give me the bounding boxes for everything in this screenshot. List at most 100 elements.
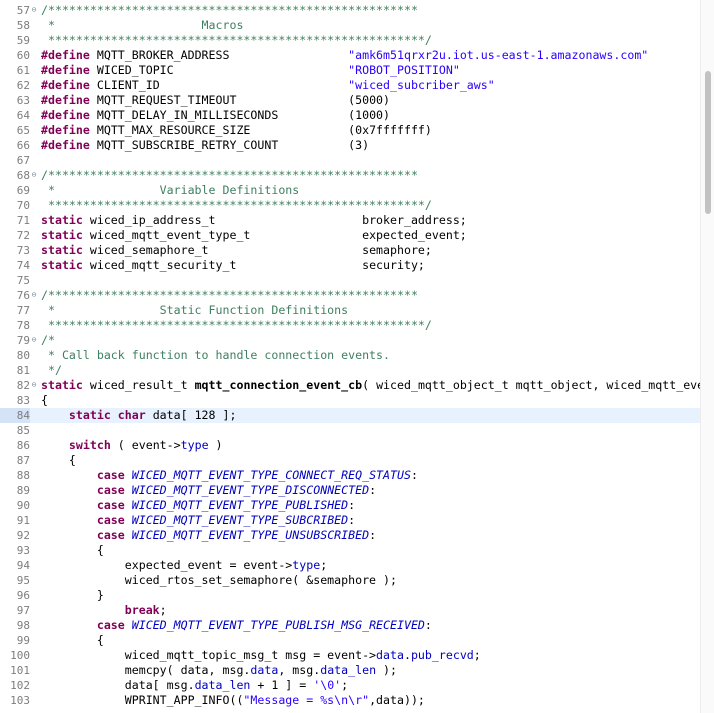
code-text: static wiced_mqtt_security_t security;	[41, 258, 425, 273]
code-token: /***************************************…	[41, 168, 418, 182]
code-token: WICED_MQTT_EVENT_TYPE_DISCONNECTED	[131, 483, 370, 497]
code-line[interactable]: 59 *************************************…	[0, 33, 700, 48]
code-line[interactable]: 100 wiced_mqtt_topic_msg_t msg = event->…	[0, 648, 700, 663]
line-number: 70	[16, 199, 30, 212]
fold-toggle-icon[interactable]: ⊖	[30, 171, 38, 179]
line-number: 74	[16, 259, 30, 272]
code-token: expected_event = event->	[41, 558, 293, 572]
code-line[interactable]: 87 {	[0, 453, 700, 468]
code-line[interactable]: 65 #define MQTT_MAX_RESOURCE_SIZE (0x7fff…	[0, 123, 700, 138]
code-line[interactable]: 63 #define MQTT_REQUEST_TIMEOUT (5000)	[0, 93, 700, 108]
code-line[interactable]: 97 break;	[0, 603, 700, 618]
code-token: {	[41, 453, 76, 467]
line-number: 84	[0, 408, 30, 423]
code-text: /***************************************…	[41, 3, 418, 18]
code-token: WICED_TOPIC	[89, 63, 349, 77]
code-line[interactable]: 62 #define CLIENT_ID "wiced_subcriber_aws…	[0, 78, 700, 93]
code-line[interactable]: 91 case WICED_MQTT_EVENT_TYPE_SUBCRIBED:	[0, 513, 700, 528]
code-line[interactable]: 99 {	[0, 633, 700, 648]
code-token: case	[96, 513, 125, 527]
code-line[interactable]: 83 {	[0, 393, 700, 408]
code-token: MQTT_BROKER_ADDRESS	[89, 48, 349, 62]
code-line[interactable]: 89 case WICED_MQTT_EVENT_TYPE_DISCONNECT…	[0, 483, 700, 498]
code-text: memcpy( data, msg.data, msg.data_len );	[41, 663, 397, 678]
fold-toggle-icon[interactable]: ⊖	[30, 6, 38, 14]
scrollbar-thumb[interactable]	[705, 71, 711, 214]
code-line[interactable]: 66 #define MQTT_SUBSCRIBE_RETRY_COUNT (3)	[0, 138, 700, 153]
code-token: MQTT_REQUEST_TIMEOUT (5000)	[89, 93, 391, 107]
code-line[interactable]: 61 #define WICED_TOPIC "ROBOT_POSITION"	[0, 63, 700, 78]
code-line[interactable]: 71 static wiced_ip_address_t broker_addre…	[0, 213, 700, 228]
code-line[interactable]: 80 * Call back function to handle connec…	[0, 348, 700, 363]
code-line[interactable]: 90 case WICED_MQTT_EVENT_TYPE_PUBLISHED:	[0, 498, 700, 513]
code-text: wiced_mqtt_topic_msg_t msg = event->data…	[41, 648, 481, 663]
line-number: 75	[16, 274, 30, 287]
code-line[interactable]: 74 static wiced_mqtt_security_t security;	[0, 258, 700, 273]
code-line[interactable]: 68 ⊖/************************************…	[0, 168, 700, 183]
line-number: 79	[16, 334, 30, 347]
line-number: 65	[16, 124, 30, 137]
code-line[interactable]: 81 */	[0, 363, 700, 378]
line-number: 82	[16, 379, 30, 392]
code-token: wiced_mqtt_topic_msg_t msg = event->	[41, 648, 377, 662]
code-line[interactable]: 101 memcpy( data, msg.data, msg.data_len…	[0, 663, 700, 678]
code-line[interactable]: 67	[0, 153, 700, 168]
line-number: 102	[10, 679, 30, 692]
fold-toggle-icon[interactable]: ⊖	[30, 381, 38, 389]
code-token: pub_recvd	[410, 648, 474, 662]
code-line[interactable]: 78 *************************************…	[0, 318, 700, 333]
code-line[interactable]: 69 * Variable Definitions	[0, 183, 700, 198]
vertical-scrollbar[interactable]	[700, 0, 714, 713]
code-line[interactable]: 82 ⊖ static wiced_result_t mqtt_connection…	[0, 378, 704, 393]
line-number: 99	[16, 634, 30, 647]
code-editor[interactable]: 57 ⊖/************************************…	[0, 0, 704, 713]
fold-toggle-icon[interactable]: ⊖	[30, 336, 38, 344]
code-line[interactable]: 103 WPRINT_APP_INFO(("Message = %s\n\r",…	[0, 693, 700, 708]
fold-toggle-icon[interactable]: ⊖	[30, 291, 38, 299]
code-line[interactable]: 92 case WICED_MQTT_EVENT_TYPE_UNSUBSCRIB…	[0, 528, 700, 543]
code-text: static wiced_result_t mqtt_connection_ev…	[41, 378, 704, 393]
code-line[interactable]: 77 * Static Function Definitions	[0, 303, 700, 318]
code-line[interactable]: 60 #define MQTT_BROKER_ADDRESS "amk6m51qr…	[0, 48, 700, 63]
code-line[interactable]: 85	[0, 423, 700, 438]
code-line[interactable]: 76 ⊖/************************************…	[0, 288, 700, 303]
line-number: 93	[16, 544, 30, 557]
line-number: 80	[16, 349, 30, 362]
code-text: case WICED_MQTT_EVENT_TYPE_DISCONNECTED:	[41, 483, 376, 498]
code-line[interactable]: 95 wiced_rtos_set_semaphore( &semaphore …	[0, 573, 700, 588]
code-line[interactable]: 96 }	[0, 588, 700, 603]
line-number: 94	[16, 559, 30, 572]
code-line[interactable]: 57 ⊖/************************************…	[0, 3, 700, 18]
code-token: "ROBOT_POSITION"	[348, 63, 460, 77]
code-token: #define	[41, 78, 90, 92]
code-line[interactable]: 98 case WICED_MQTT_EVENT_TYPE_PUBLISH_MS…	[0, 618, 700, 633]
code-line[interactable]: 72 static wiced_mqtt_event_type_t expecte…	[0, 228, 700, 243]
code-line[interactable]: 73 static wiced_semaphore_t semaphore;	[0, 243, 700, 258]
code-token: :	[424, 618, 432, 632]
code-line[interactable]: 64 #define MQTT_DELAY_IN_MILLISECONDS (10…	[0, 108, 700, 123]
code-text: * Call back function to handle connectio…	[41, 348, 390, 363]
line-number: 72	[16, 229, 30, 242]
code-line[interactable]: 75	[0, 273, 700, 288]
code-line[interactable]: 102 data[ msg.data_len + 1 ] = '\0';	[0, 678, 700, 693]
code-line[interactable]: 86 switch ( event->type )	[0, 438, 700, 453]
code-token: MQTT_MAX_RESOURCE_SIZE (0x7fffffff)	[89, 123, 432, 137]
code-token: ;	[159, 603, 167, 617]
line-number: 97	[16, 604, 30, 617]
code-token: type	[180, 438, 209, 452]
code-line[interactable]: 88 case WICED_MQTT_EVENT_TYPE_CONNECT_RE…	[0, 468, 700, 483]
code-line[interactable]: 58 * Macros	[0, 18, 700, 33]
code-text: #define WICED_TOPIC "ROBOT_POSITION"	[41, 63, 460, 78]
line-number: 68	[16, 169, 30, 182]
code-token: memcpy( data, msg.	[41, 663, 251, 677]
code-text: }	[41, 588, 104, 603]
code-line[interactable]: 84 static char data[ 128 ];	[0, 408, 700, 423]
code-line[interactable]: 79 ⊖/*	[0, 333, 700, 348]
code-line[interactable]: 94 expected_event = event->type;	[0, 558, 700, 573]
code-line[interactable]: 93 {	[0, 543, 700, 558]
code-line[interactable]: 70 *************************************…	[0, 198, 700, 213]
